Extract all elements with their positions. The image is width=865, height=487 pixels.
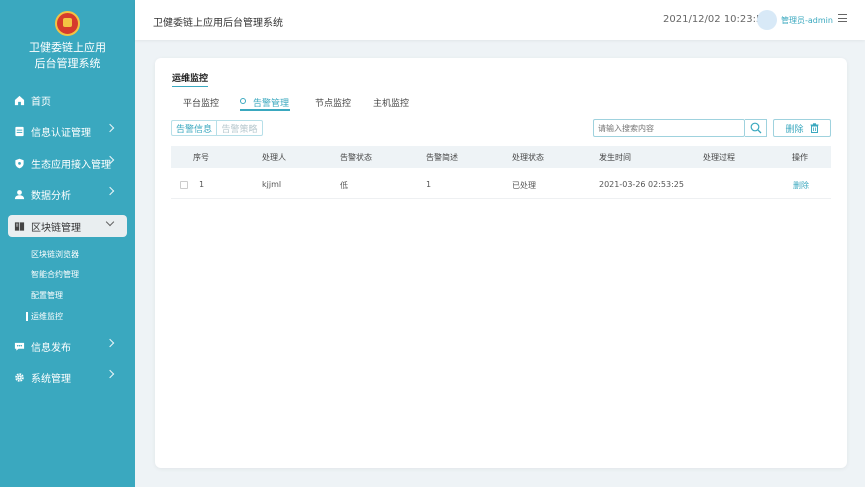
sidebar-item-label: 数据分析 [31, 190, 71, 202]
sidebar-item-label: 首页 [31, 96, 51, 108]
cell-alert-status: 低 [340, 181, 348, 190]
sidebar-item-eco-app[interactable]: 生态应用接入管理 [8, 152, 127, 174]
column-header: 告警状态 [340, 153, 372, 162]
chevron-right-icon [105, 186, 115, 196]
sidebar-item-label: 生态应用接入管理 [31, 159, 111, 171]
cell-time: 2021-03-26 02:53:25 [599, 180, 684, 189]
column-header: 序号 [193, 153, 209, 162]
search-button[interactable] [745, 119, 767, 137]
sidebar-subitem-ops-monitor[interactable]: 运维监控 [26, 311, 63, 322]
row-checkbox[interactable] [180, 181, 188, 189]
cell-handler: kjjml [262, 180, 282, 189]
user-name[interactable]: 管理员-admin [781, 15, 833, 26]
active-tab-underline [240, 109, 290, 111]
header-datetime: 2021/12/02 10:23:57 [663, 14, 769, 25]
sidebar-item-home[interactable]: 首页 [8, 89, 127, 111]
alert-strategy-button[interactable]: 告警策略 [217, 120, 263, 136]
brand-title: 卫健委链上应用 后台管理系统 [0, 40, 135, 72]
sidebar-item-label: 信息认证管理 [31, 127, 91, 139]
gear-icon [13, 371, 25, 383]
sidebar-subitem-smart-contract[interactable]: 智能合约管理 [31, 269, 79, 280]
active-tab-dot-icon [240, 98, 246, 104]
tab-host-monitor[interactable]: 主机监控 [373, 96, 409, 109]
column-header: 处理状态 [512, 153, 544, 162]
delete-button-label: 删除 [785, 124, 804, 135]
table-row: 1 kjjml 低 1 已处理 2021-03-26 02:53:25 删除 [171, 172, 831, 199]
sidebar-item-label: 信息发布 [31, 342, 71, 354]
top-header: 卫健委链上应用后台管理系统 2021/12/02 10:23:57 管理员-ad… [135, 0, 865, 40]
cell-process-status: 已处理 [512, 181, 536, 190]
sidebar-item-label: 系统管理 [31, 373, 71, 385]
chat-icon [13, 340, 25, 352]
sidebar-item-blockchain[interactable]: 区块链管理 [8, 215, 127, 237]
chevron-right-icon [105, 338, 115, 348]
row-delete-link[interactable]: 删除 [793, 180, 809, 191]
column-header: 告警简述 [426, 153, 458, 162]
sidebar-item-info-publish[interactable]: 信息发布 [8, 335, 127, 357]
section-title: 运维监控 [172, 71, 209, 87]
column-header: 处理人 [262, 153, 286, 162]
chevron-down-icon [105, 217, 115, 227]
menu-icon[interactable] [838, 14, 847, 23]
cell-no: 1 [199, 180, 205, 189]
sidebar-item-data-analysis[interactable]: 数据分析 [8, 183, 127, 205]
search-input[interactable] [593, 119, 745, 137]
tab-alert-management[interactable]: 告警管理 [253, 96, 289, 109]
search-icon [750, 122, 761, 134]
sidebar-item-system[interactable]: 系统管理 [8, 366, 127, 388]
brand-line-1: 卫健委链上应用 [29, 41, 106, 54]
avatar[interactable] [757, 10, 777, 30]
shield-icon [13, 157, 25, 169]
column-header: 操作 [792, 153, 808, 162]
home-icon [13, 94, 25, 106]
national-emblem-icon [55, 11, 80, 36]
delete-button[interactable]: 删除 [773, 119, 831, 137]
tab-platform-monitor[interactable]: 平台监控 [183, 96, 219, 109]
sidebar-subitem-config[interactable]: 配置管理 [31, 290, 63, 301]
sidebar-item-info-auth[interactable]: 信息认证管理 [8, 120, 127, 142]
book-icon [13, 220, 25, 232]
sidebar: 卫健委链上应用 后台管理系统 首页 信息认证管理 生态应用接入管理 数据分析 区… [0, 0, 135, 487]
sidebar-item-label: 区块链管理 [31, 222, 81, 234]
document-icon [13, 125, 25, 137]
tab-node-monitor[interactable]: 节点监控 [315, 96, 351, 109]
user-icon [13, 188, 25, 200]
cell-summary: 1 [426, 180, 432, 189]
column-header: 处理过程 [703, 153, 735, 162]
table-header: 序号 处理人 告警状态 告警简述 处理状态 发生时间 处理过程 操作 [171, 146, 831, 168]
trash-icon [810, 123, 818, 133]
brand-line-2: 后台管理系统 [34, 57, 101, 70]
sidebar-subitem-blockchain-browser[interactable]: 区块链浏览器 [31, 249, 79, 260]
column-header: 发生时间 [599, 153, 631, 162]
header-title: 卫健委链上应用后台管理系统 [153, 18, 283, 29]
main-card: 运维监控 平台监控 告警管理 节点监控 主机监控 告警信息 告警策略 删除 序号… [155, 58, 847, 468]
chevron-right-icon [105, 369, 115, 379]
alert-info-button[interactable]: 告警信息 [171, 120, 217, 136]
chevron-right-icon [105, 123, 115, 133]
